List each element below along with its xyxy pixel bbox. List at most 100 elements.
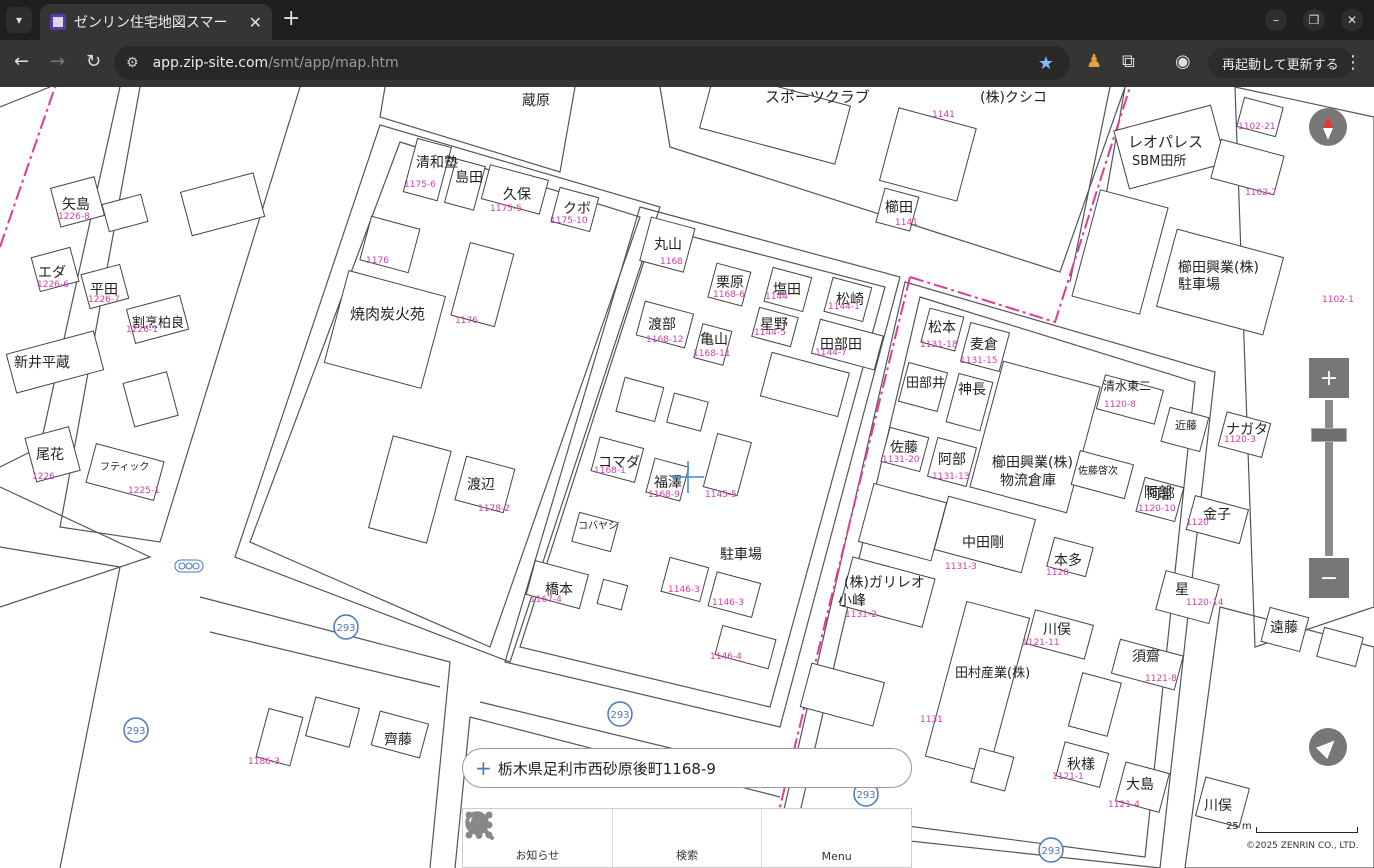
reload-icon[interactable]: ↻ (86, 52, 101, 72)
restore-icon[interactable]: ❐ (1303, 9, 1325, 31)
forward-arrow-icon[interactable]: → (50, 52, 65, 72)
lot-number: 1120 (1046, 568, 1069, 578)
lot-number: 1225-1 (128, 486, 160, 496)
route-number: 293 (856, 790, 875, 801)
lot-number: 1146-3 (712, 598, 744, 608)
map-label: 櫛田興業(株) (1178, 259, 1259, 276)
lot-number: 1131 (920, 715, 943, 725)
lot-number: 1144-5 (754, 328, 786, 338)
map-label: 田村産業(株) (955, 665, 1030, 681)
address-text: 栃木県足利市西砂原後町1168-9 (497, 759, 716, 778)
menu-button[interactable]: Menu (465, 809, 911, 867)
map-label: 阿部 (938, 452, 966, 468)
search-button[interactable]: 検索 (465, 809, 763, 867)
extension-agent-icon[interactable]: ♟ (1086, 52, 1102, 72)
menu-label: Menu (821, 850, 852, 863)
map-canvas[interactable]: 293 293 293 293 293 矢島 エダ 平田 割烹柏良 新井平蔵 尾… (0, 87, 1374, 868)
route-number: 293 (1041, 846, 1060, 857)
close-window-icon[interactable]: ✕ (1341, 9, 1363, 31)
address-bar[interactable]: ⚙ app.zip-site.com/smt/app/map.htm ★ (114, 46, 1070, 80)
map-label: 渡部 (648, 317, 676, 333)
lot-number: 1145-5 (705, 490, 737, 500)
lot-number: 1226-6 (37, 280, 69, 290)
traffic-signal-icon (174, 559, 204, 573)
lot-number: 1178-2 (478, 504, 510, 514)
browser-tab-active[interactable]: ゼンリン住宅地図スマー ✕ (40, 4, 272, 40)
search-label: 検索 (676, 849, 698, 862)
map-label: 松本 (928, 320, 956, 336)
map-label: フティック (100, 461, 149, 473)
tab-search-dropdown-icon[interactable]: ▾ (6, 7, 32, 33)
lot-number: 1168-12 (646, 335, 684, 345)
map-label: SBM田所 (1132, 154, 1186, 169)
lot-number: 1131-15 (960, 356, 998, 366)
new-tab-plus-icon[interactable]: + (282, 8, 300, 30)
back-arrow-icon[interactable]: ← (14, 52, 29, 72)
lot-number: 1102-21 (1238, 122, 1276, 132)
map-label: 清和塾 (416, 155, 458, 171)
map-label: 久保 (503, 187, 531, 203)
map-label: 島田 (455, 170, 483, 186)
lot-number: 1131-13 (932, 472, 970, 482)
tab-close-icon[interactable]: ✕ (249, 13, 262, 32)
current-location-button[interactable] (1309, 728, 1347, 766)
map-label: 星 (1175, 582, 1189, 598)
lot-number: 1102-7 (1245, 188, 1277, 198)
map-label: 尾花 (36, 447, 64, 463)
lot-number: 1226-1 (126, 325, 158, 335)
map-label: 栗原 (716, 275, 744, 291)
profile-icon[interactable]: ◉ (1175, 52, 1191, 72)
url-path: /smt/app/map.htm (268, 55, 399, 71)
lot-number: 1186-3 (248, 757, 280, 767)
map-label: クボ (563, 201, 591, 217)
lot-number: 1146-3 (668, 585, 700, 595)
compass-button[interactable] (1309, 108, 1347, 146)
map-label: 遠藤 (1270, 620, 1298, 636)
lot-number: 1226-7 (88, 295, 120, 305)
zoom-out-button[interactable]: − (1309, 558, 1349, 598)
map-label: (株)ガリレオ (844, 575, 925, 591)
map-label: レオパレス (1128, 133, 1203, 151)
lot-number: 1144 (765, 292, 788, 302)
map-label: 櫛田 (885, 199, 913, 216)
center-crosshair-icon (672, 461, 704, 493)
browser-menu-kebab-icon[interactable]: ⋮ (1344, 52, 1362, 73)
lot-number: 1141 (932, 110, 955, 120)
minimize-icon[interactable]: – (1265, 9, 1287, 31)
lot-number: 1167-4 (530, 595, 562, 605)
route-number: 293 (126, 726, 145, 737)
map-label: 阿部 (1147, 487, 1175, 503)
lot-number: 1168-1 (594, 466, 626, 476)
lot-number: 1168-11 (693, 349, 731, 359)
zoom-in-button[interactable]: + (1309, 358, 1349, 398)
lot-number: 1168 (660, 257, 683, 267)
location-arrow-icon (1315, 734, 1341, 760)
map-label: スポーツクラブ (765, 88, 870, 106)
map-label: 麦倉 (970, 337, 998, 353)
lot-number: 1131-2 (845, 610, 877, 620)
lot-number: 1168-6 (713, 290, 745, 300)
extensions-puzzle-icon[interactable]: ⧉ (1122, 52, 1135, 72)
site-info-icon[interactable]: ⚙ (126, 55, 139, 71)
map-label: 近藤 (1175, 419, 1197, 432)
map-label: 須齋 (1132, 648, 1160, 665)
lot-number: 1120-14 (1186, 598, 1224, 608)
address-display[interactable]: + 栃木県足利市西砂原後町1168-9 (462, 748, 912, 788)
bookmark-star-icon[interactable]: ★ (1038, 53, 1054, 74)
zoom-slider-thumb[interactable] (1311, 428, 1347, 442)
lot-number: 1131-18 (920, 340, 958, 350)
map-label: 神長 (958, 382, 986, 398)
lot-number: 1226 (32, 472, 55, 482)
map-label: 秋樣 (1067, 756, 1095, 773)
lot-number: 1131-20 (882, 455, 920, 465)
lot-number: 1121-11 (1022, 638, 1060, 648)
map-label: 田部井 (906, 376, 945, 391)
lot-number: 1176 (455, 316, 478, 326)
restart-update-button[interactable]: 再起動して更新する (1208, 48, 1353, 78)
browser-toolbar: ← → ↻ ⚙ app.zip-site.com/smt/app/map.htm… (0, 40, 1374, 87)
map-label: 亀山 (700, 332, 728, 348)
plus-icon: + (475, 756, 492, 780)
lot-number: 1144-1 (828, 302, 860, 312)
zoom-slider-track[interactable] (1325, 400, 1333, 556)
zenrin-favicon-icon (50, 14, 66, 30)
